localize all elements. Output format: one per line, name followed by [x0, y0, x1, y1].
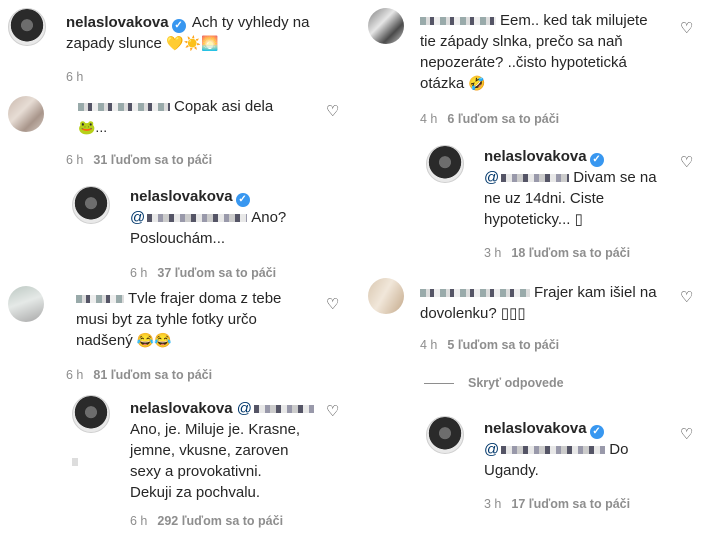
comment-body: Frajer kam išiel na	[534, 284, 657, 301]
timestamp[interactable]: 4 h	[420, 338, 437, 352]
heart-icon[interactable]: ♡	[326, 297, 340, 312]
timestamp[interactable]: 6 h	[66, 70, 83, 84]
avatar[interactable]	[368, 8, 404, 44]
emoji: 🤣	[468, 75, 486, 91]
reply-body: Ano, je. Miluje je. Krasne,	[130, 421, 301, 438]
username[interactable]: nelaslovakova	[484, 420, 587, 437]
likes-count[interactable]: 292 ľuďom sa to páči	[157, 514, 283, 528]
comment-body-3: nadšený	[76, 332, 133, 349]
mention[interactable]: @	[484, 169, 573, 186]
reply-text: nelaslovakova @ Ano, je. Miluje je. Kras…	[130, 398, 330, 503]
reply-body-2: Ugandy.	[484, 462, 539, 479]
avatar[interactable]	[426, 145, 464, 183]
hide-replies-label: Skryť odpovede	[468, 376, 564, 390]
comment-meta: 6 h 81 ľuďom sa to páči	[66, 368, 212, 382]
comment-meta: 4 h 6 ľuďom sa to páči	[420, 112, 559, 126]
heart-icon[interactable]: ♡	[326, 104, 340, 119]
comment-body: Copak asi dela	[174, 98, 274, 115]
emoji: 💛☀️🌅	[166, 35, 219, 51]
timestamp[interactable]: 3 h	[484, 497, 501, 511]
comment-text: Copak asi dela 🐸...	[78, 96, 328, 138]
reply-body-3: sexy a provokativni.	[130, 463, 262, 480]
reply-text: nelaslovakova ✓ @ Do Ugandy.	[484, 418, 684, 481]
comment-meta: 6 h 37 ľuďom sa to páči	[130, 266, 276, 280]
avatar[interactable]	[72, 186, 110, 224]
caption-text: nelaslovakova ✓ Ach ty vyhledy na zapady …	[66, 12, 346, 54]
comments-panel-left: nelaslovakova ✓ Ach ty vyhledy na zapady …	[0, 0, 358, 541]
comment-text: Eem.. ked tak milujete tie západy slnka,…	[420, 10, 690, 94]
comments-panel-right: Eem.. ked tak milujete tie západy slnka,…	[362, 0, 720, 541]
hide-replies-button[interactable]: Skryť odpovede	[424, 376, 564, 390]
heart-icon[interactable]: ♡	[680, 290, 694, 305]
mention[interactable]: @	[130, 209, 251, 226]
likes-count[interactable]: 81 ľuďom sa to páči	[93, 368, 212, 382]
comment-body-3: nepozeráte? ..čisto hypotetická	[420, 54, 627, 71]
reply-body: Ano?	[251, 209, 287, 226]
comment-text: Tvle frajer doma z tebe musi byt za tyhl…	[76, 288, 326, 351]
comment-body-2: musi byt za tyhle fotky určo	[76, 311, 257, 328]
avatar[interactable]	[8, 8, 46, 46]
reply-body-2: jemne, vkusne, zaroven	[130, 442, 289, 459]
avatar[interactable]	[8, 96, 44, 132]
reply-body: Do	[609, 441, 629, 458]
comment-text: Frajer kam išiel na dovolenku? ▯▯▯	[420, 282, 680, 324]
likes-count[interactable]: 37 ľuďom sa to páči	[157, 266, 276, 280]
timestamp[interactable]: 4 h	[420, 112, 437, 126]
reply-body: Divam se na	[573, 169, 657, 186]
comment-body: Eem.. ked tak milujete	[500, 12, 648, 29]
redacted-username	[420, 17, 496, 26]
replies-line	[424, 383, 454, 385]
emoji: 😂😂	[136, 332, 172, 348]
comment-meta: 6 h 292 ľuďom sa to páči	[130, 514, 283, 528]
username[interactable]: nelaslovakova	[484, 148, 587, 165]
username[interactable]: nelaslovakova	[130, 400, 233, 417]
timestamp[interactable]: 6 h	[66, 153, 83, 167]
mention[interactable]: @	[484, 441, 609, 458]
username[interactable]: nelaslovakova	[66, 14, 169, 31]
likes-count[interactable]: 6 ľuďom sa to páči	[447, 112, 559, 126]
comment-body: Tvle frajer doma z tebe	[128, 290, 282, 307]
verified-badge-icon: ✓	[235, 193, 250, 207]
reply-body-2: ne uz 14dni. Ciste	[484, 190, 605, 207]
likes-count[interactable]: 5 ľuďom sa to páči	[447, 338, 559, 352]
reply-body-2: Poslouchám...	[130, 230, 226, 247]
comment-body-2: dovolenku? ▯▯▯	[420, 305, 526, 322]
comment-meta: 3 h 17 ľuďom sa to páči	[484, 497, 630, 511]
verified-badge-icon: ✓	[171, 19, 186, 33]
comment-meta: 6 h	[66, 70, 83, 84]
redacted-username	[420, 289, 530, 298]
reply-body-3: hypoteticky... ▯	[484, 211, 583, 228]
mention[interactable]: @	[237, 400, 318, 417]
reply-body-4: Dekuji za pochvalu.	[130, 484, 261, 501]
avatar[interactable]	[72, 395, 110, 433]
heart-icon[interactable]: ♡	[680, 427, 694, 442]
timestamp[interactable]: 6 h	[130, 514, 147, 528]
comment-body-4: otázka	[420, 75, 465, 92]
timestamp[interactable]: 3 h	[484, 246, 501, 260]
comment-meta: 3 h 18 ľuďom sa to páči	[484, 246, 630, 260]
likes-count[interactable]: 31 ľuďom sa to páči	[93, 153, 212, 167]
comment-body-2: tie západy slnka, prečo sa naň	[420, 33, 623, 50]
comment-meta: 6 h 31 ľuďom sa to páči	[66, 153, 212, 167]
timestamp[interactable]: 6 h	[66, 368, 83, 382]
heart-icon[interactable]: ♡	[680, 21, 694, 36]
verified-badge-icon: ✓	[589, 425, 604, 439]
redacted-username	[76, 295, 124, 304]
comment-meta: 4 h 5 ľuďom sa to páči	[420, 338, 559, 352]
likes-count[interactable]: 17 ľuďom sa to páči	[511, 497, 630, 511]
likes-count[interactable]: 18 ľuďom sa to páči	[511, 246, 630, 260]
heart-icon[interactable]: ♡	[680, 155, 694, 170]
reply-text: nelaslovakova ✓ @ Divam se na ne uz 14dni.…	[484, 146, 684, 230]
avatar[interactable]	[368, 278, 404, 314]
avatar[interactable]	[8, 286, 44, 322]
emoji: 🐸...	[78, 119, 108, 135]
avatar[interactable]	[426, 416, 464, 454]
timestamp[interactable]: 6 h	[130, 266, 147, 280]
username[interactable]: nelaslovakova	[130, 188, 233, 205]
heart-icon[interactable]: ♡	[326, 404, 340, 419]
verified-badge-icon: ✓	[589, 153, 604, 167]
reply-text: nelaslovakova ✓ @ Ano? Poslouchám...	[130, 186, 330, 249]
scroll-marker	[72, 458, 78, 466]
redacted-username	[78, 103, 170, 112]
